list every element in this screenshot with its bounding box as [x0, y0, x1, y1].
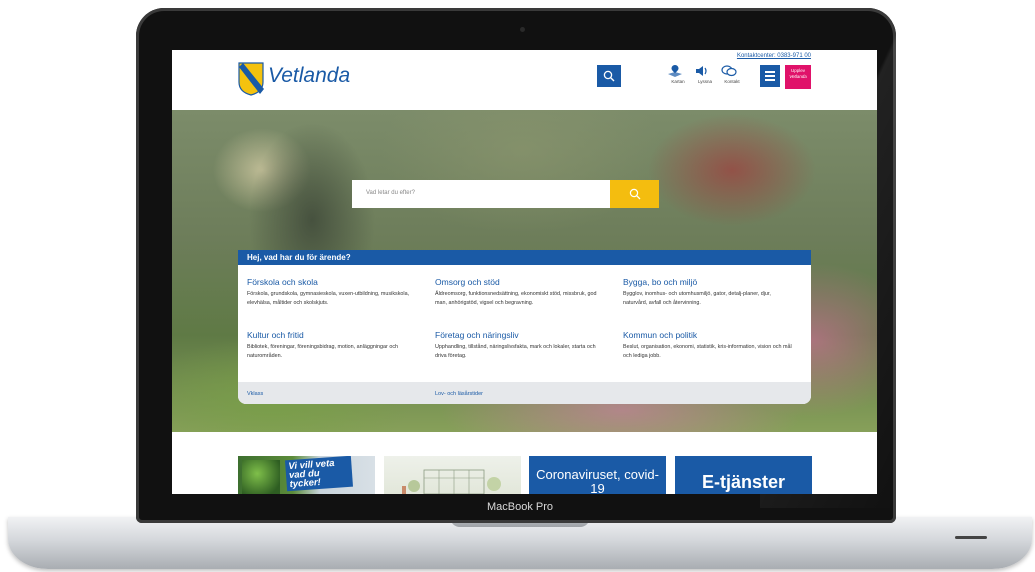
header-contact-link[interactable]: Kontakt	[721, 64, 743, 84]
laptop-vent	[955, 536, 987, 539]
panel-footer: Vklass Lov- och läsårstider	[238, 382, 811, 404]
map-label: Kartan	[671, 79, 685, 84]
category-title[interactable]: Omsorg och stöd	[435, 277, 605, 287]
lov-lasarstider-link[interactable]: Lov- och läsårstider	[435, 391, 483, 397]
e-services-card-title: E-tjänster	[701, 472, 786, 492]
category-desc: Bibliotek, föreningar, föreningsbidrag, …	[247, 344, 399, 359]
building-card[interactable]	[384, 456, 521, 494]
category-desc: Förskola, grundskola, gymnasieskola, vux…	[247, 291, 410, 306]
menu-icon-line	[765, 71, 775, 73]
contact-center-link[interactable]: Kontaktcenter: 0383-971 00	[737, 53, 811, 59]
category-title[interactable]: Förskola och skola	[247, 277, 417, 287]
category-kommun[interactable]: Kommun och politik Beslut, organisation,…	[623, 330, 793, 360]
category-desc: Bygglov, inomhus- och utomhusmiljö, gato…	[623, 291, 771, 306]
category-bygga[interactable]: Bygga, bo och miljö Bygglov, inomhus- oc…	[623, 277, 793, 307]
upplev-line-2: Vetlanda	[789, 74, 807, 79]
menu-button[interactable]	[760, 65, 780, 87]
category-desc: Upphandling, tillstånd, näringslivsfakta…	[435, 344, 596, 359]
category-omsorg[interactable]: Omsorg och stöd Äldreomsorg, funktionsne…	[435, 277, 605, 307]
map-icon	[668, 65, 682, 77]
vetlanda-shield-icon[interactable]	[238, 62, 264, 96]
hero-search-input[interactable]: Vad letar du efter?	[352, 180, 610, 208]
errand-panel: Hej, vad har du för ärende? Förskola och…	[238, 250, 811, 404]
category-title[interactable]: Företag och näringsliv	[435, 330, 605, 340]
site-header: Kontaktcenter: 0383-971 00 Vetlanda Kart…	[172, 50, 877, 110]
plant-image	[242, 460, 280, 494]
listen-label: Lyssna	[697, 79, 713, 84]
search-icon	[629, 188, 640, 200]
category-forskola[interactable]: Förskola och skola Förskola, grundskola,…	[247, 277, 417, 307]
header-listen-link[interactable]: Lyssna	[694, 64, 716, 84]
site-logo-text[interactable]: Vetlanda	[268, 64, 350, 88]
category-title[interactable]: Bygga, bo och miljö	[623, 277, 793, 287]
chat-icon	[721, 65, 737, 77]
menu-icon-line	[765, 79, 775, 81]
corona-card-title: Coronaviruset, covid-19	[536, 467, 659, 495]
speaker-icon	[696, 66, 707, 76]
hero-image: Vad letar du efter? Hej, vad har du för …	[172, 110, 877, 432]
browser-screen: Kontaktcenter: 0383-971 00 Vetlanda Kart…	[172, 50, 877, 494]
category-title[interactable]: Kommun och politik	[623, 330, 793, 340]
category-kultur[interactable]: Kultur och fritid Bibliotek, föreningar,…	[247, 330, 417, 360]
e-services-card[interactable]: E-tjänster	[675, 456, 812, 494]
header-map-link[interactable]: Kartan	[667, 64, 689, 84]
category-desc: Beslut, organisation, ekonomi, statistik…	[623, 344, 792, 359]
building-sketch-image	[402, 469, 501, 494]
category-foretag[interactable]: Företag och näringsliv Upphandling, till…	[435, 330, 605, 360]
panel-title: Hej, vad har du för ärende?	[238, 250, 811, 265]
category-title[interactable]: Kultur och fritid	[247, 330, 417, 340]
survey-card[interactable]: Vi vill veta vad du tycker!	[238, 456, 375, 494]
header-search-button[interactable]	[597, 65, 621, 87]
menu-icon-line	[765, 75, 775, 77]
vklass-link[interactable]: Vklass	[247, 391, 263, 397]
device-label: MacBook Pro	[486, 501, 554, 513]
category-desc: Äldreomsorg, funktionsnedsättning, ekono…	[435, 291, 597, 306]
corona-card[interactable]: Coronaviruset, covid-19	[529, 456, 666, 494]
contact-label: Kontakt	[724, 79, 740, 84]
hero-search-button[interactable]	[610, 180, 659, 208]
upplev-vetlanda-button[interactable]: Upplev Vetlanda	[785, 65, 811, 89]
webcam-icon	[520, 27, 525, 32]
survey-card-text: Vi vill veta vad du tycker!	[284, 456, 354, 492]
search-icon	[603, 70, 615, 82]
